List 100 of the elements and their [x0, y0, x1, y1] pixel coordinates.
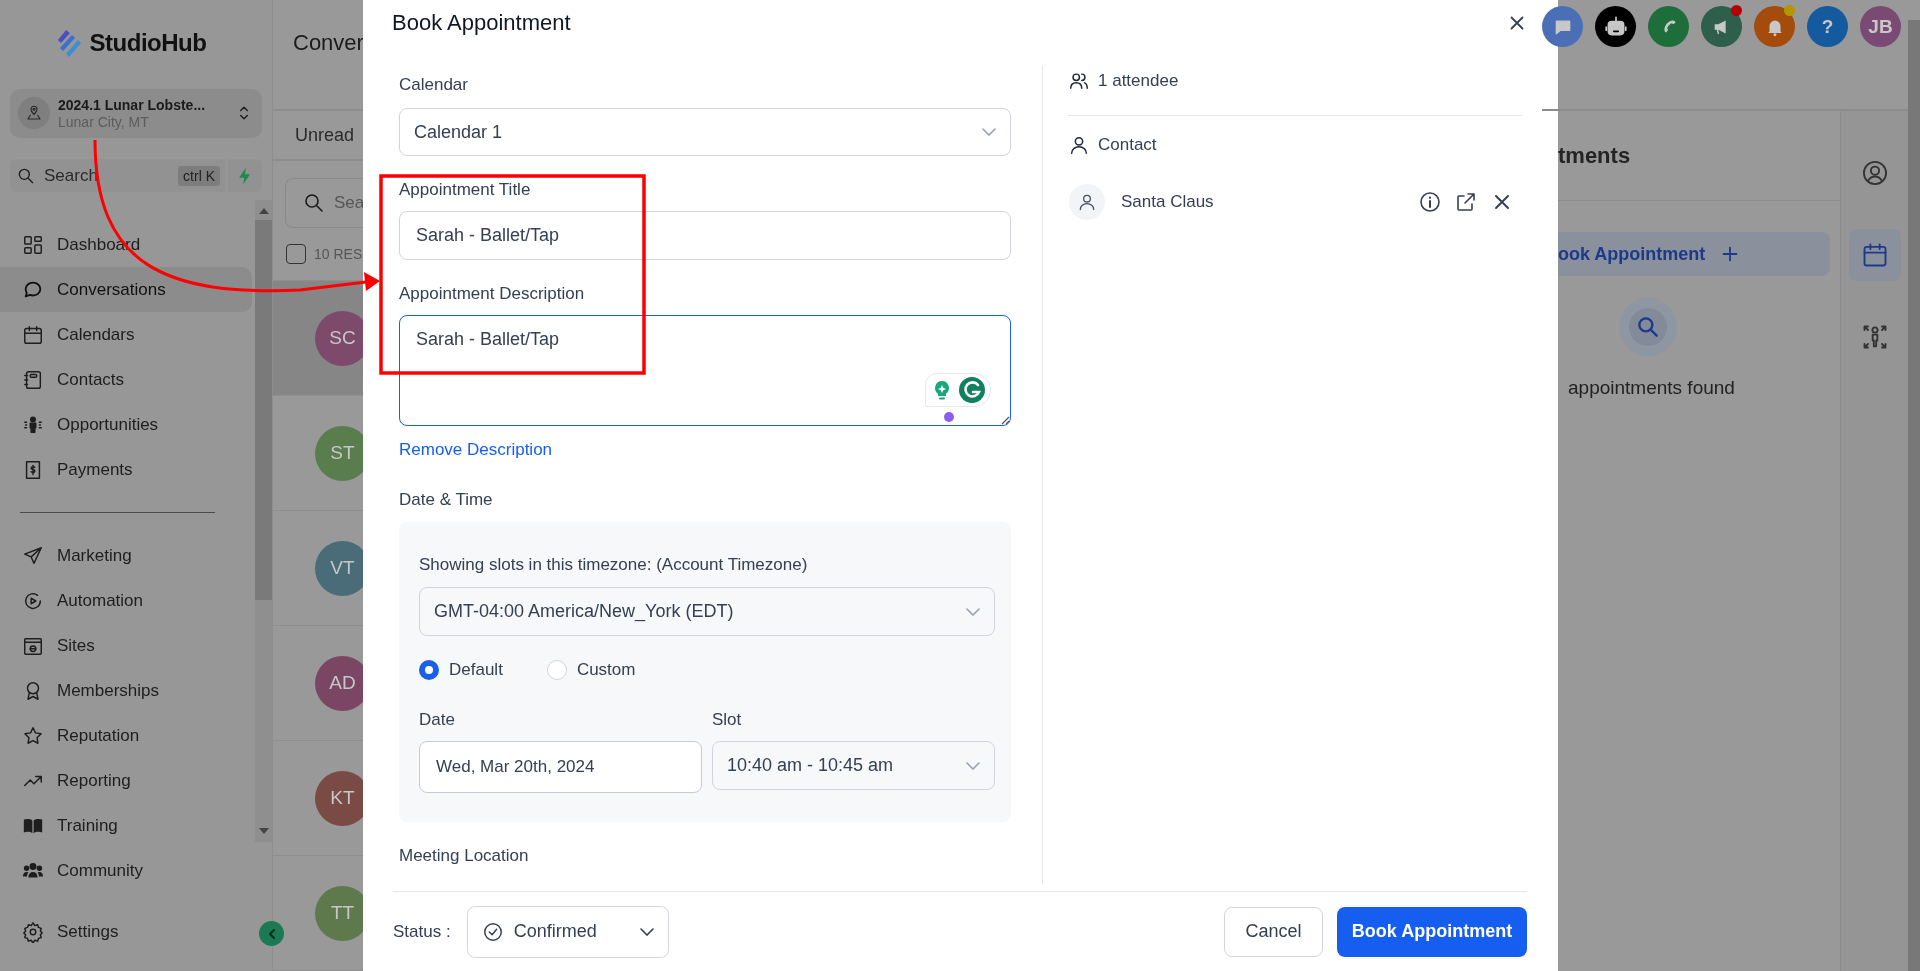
scrollbar[interactable]	[255, 200, 272, 843]
nav-item[interactable]: Sites	[0, 623, 252, 669]
nav-item[interactable]: Automation	[0, 578, 252, 624]
grid-icon	[22, 233, 44, 256]
calendar-icon	[1861, 241, 1889, 269]
status-select[interactable]: Confirmed	[466, 905, 669, 958]
megaphone-button[interactable]	[1701, 6, 1742, 47]
contact-avatar: AD	[315, 655, 363, 711]
nav-item[interactable]: Conversations	[0, 267, 252, 313]
info-icon	[1418, 190, 1442, 214]
resize-handle-icon[interactable]	[1000, 415, 1010, 425]
phone-button[interactable]	[1648, 6, 1689, 47]
radio-option[interactable]: Custom	[546, 660, 636, 680]
open-external-button[interactable]	[1454, 190, 1478, 214]
nav-item[interactable]: Reporting	[0, 758, 252, 804]
settings-icon	[22, 921, 44, 944]
title-input[interactable]: Sarah - Ballet/Tap	[399, 211, 1011, 260]
nav-item[interactable]: Contacts	[0, 357, 252, 403]
contact-book-icon	[22, 368, 44, 391]
paper-plane-icon	[22, 544, 44, 567]
star-icon	[22, 724, 44, 747]
notifications-button[interactable]	[1754, 6, 1795, 47]
contact-avatar: VT	[315, 540, 363, 596]
calendar-icon	[22, 323, 44, 346]
people-outline-icon	[1068, 70, 1090, 92]
panel-title: tments	[1558, 142, 1631, 169]
person-arrows-icon	[1861, 323, 1889, 351]
slot-select[interactable]: 10:40 am - 10:45 am	[712, 741, 995, 790]
attendee-count: 1 attendee	[1098, 71, 1179, 91]
checkbox[interactable]	[286, 244, 306, 264]
empty-message: appointments found	[1567, 377, 1736, 399]
nav-item[interactable]: Reputation	[0, 713, 252, 759]
field-label: Showing slots in this timezone: (Account Timezone)	[419, 555, 809, 575]
field-label: Appointment Description	[399, 284, 586, 304]
search-icon	[1635, 314, 1661, 340]
scrollbar[interactable]	[1908, 20, 1920, 971]
person-icon	[1068, 134, 1090, 156]
tab[interactable]: Unread	[295, 124, 355, 146]
radio-option[interactable]: Default	[419, 660, 503, 680]
search-icon	[302, 191, 326, 215]
contact-avatar: TT	[315, 885, 363, 941]
user-circle-icon	[1861, 159, 1889, 187]
external-link-icon	[1454, 190, 1478, 214]
check-circle-icon	[481, 920, 504, 943]
date-input[interactable]: Wed, Mar 20th, 2024	[419, 741, 702, 793]
remove-description-link[interactable]: Remove Description	[399, 440, 553, 460]
logo-text: StudioHub	[89, 28, 207, 57]
chevron-down-icon	[639, 927, 654, 936]
nav-item[interactable]: Opportunities	[0, 402, 252, 448]
conversation-row[interactable]: SC	[273, 281, 363, 396]
status-label: Status :	[393, 921, 451, 942]
scroll-down-icon	[258, 828, 269, 835]
radio-label: Custom	[576, 660, 636, 680]
section-label: Meeting Location	[399, 846, 530, 866]
field-label: Date	[419, 710, 456, 730]
nav-item[interactable]: Marketing	[0, 533, 252, 579]
field-label: Appointment Title	[399, 180, 532, 200]
dialog-title: Book Appointment	[392, 10, 571, 36]
collapse-button[interactable]	[259, 921, 284, 947]
chevron-down-icon	[982, 128, 996, 136]
section-label: Contact	[1098, 135, 1157, 155]
chevron-down-icon	[966, 761, 980, 770]
contact-avatar: KT	[315, 770, 363, 826]
person-icon	[1077, 192, 1097, 212]
field-label: Calendar	[399, 75, 469, 95]
nav-item[interactable]: Memberships	[0, 668, 252, 714]
field-label: Slot	[712, 710, 743, 730]
status-dot	[944, 412, 954, 422]
nav-item[interactable]: Calendars	[0, 312, 252, 358]
location-name: 2024.1 Lunar Lobste...	[58, 96, 207, 113]
contact-name: Santa Claus	[1121, 192, 1215, 212]
location-pin-icon	[25, 104, 43, 123]
contact-avatar: SC	[315, 310, 363, 366]
nav-item[interactable]: Settings	[0, 909, 252, 955]
book-appointment-button[interactable]: Book Appointment	[1337, 906, 1527, 957]
rail-button[interactable]	[1849, 229, 1901, 281]
radio-label: Default	[449, 660, 503, 680]
calendar-select[interactable]: Calendar 1	[399, 108, 1011, 156]
help-button[interactable]: ?	[1807, 6, 1848, 47]
scroll-up-icon	[258, 208, 269, 215]
timezone-select[interactable]: GMT-04:00 America/New_York (EDT)	[419, 587, 995, 636]
logo-icon	[55, 27, 82, 58]
g-logo-icon	[958, 376, 986, 404]
nav-item[interactable]: Community	[0, 848, 252, 894]
nav-item[interactable]: Training	[0, 803, 252, 849]
writing-assistant-widget[interactable]	[925, 373, 991, 407]
robot-button[interactable]	[1595, 6, 1636, 47]
nav-item[interactable]: Payments	[0, 447, 252, 493]
radio-button[interactable]	[419, 660, 439, 680]
description-textarea[interactable]: Sarah - Ballet/Tap	[399, 315, 1011, 426]
section-label: Date & Time	[399, 490, 494, 510]
contact-avatar: ST	[315, 425, 363, 481]
results-count: 10 RES	[314, 246, 363, 262]
shortcut-key: ctrl K	[178, 165, 220, 186]
info-button[interactable]	[1418, 190, 1442, 214]
user-avatar[interactable]: JB	[1860, 6, 1901, 47]
chevron-down-icon	[966, 607, 980, 616]
cancel-button[interactable]: Cancel	[1224, 906, 1323, 957]
book-appointment-button[interactable]: ook Appointment	[1558, 232, 1830, 276]
page-title: Conver	[293, 29, 363, 56]
